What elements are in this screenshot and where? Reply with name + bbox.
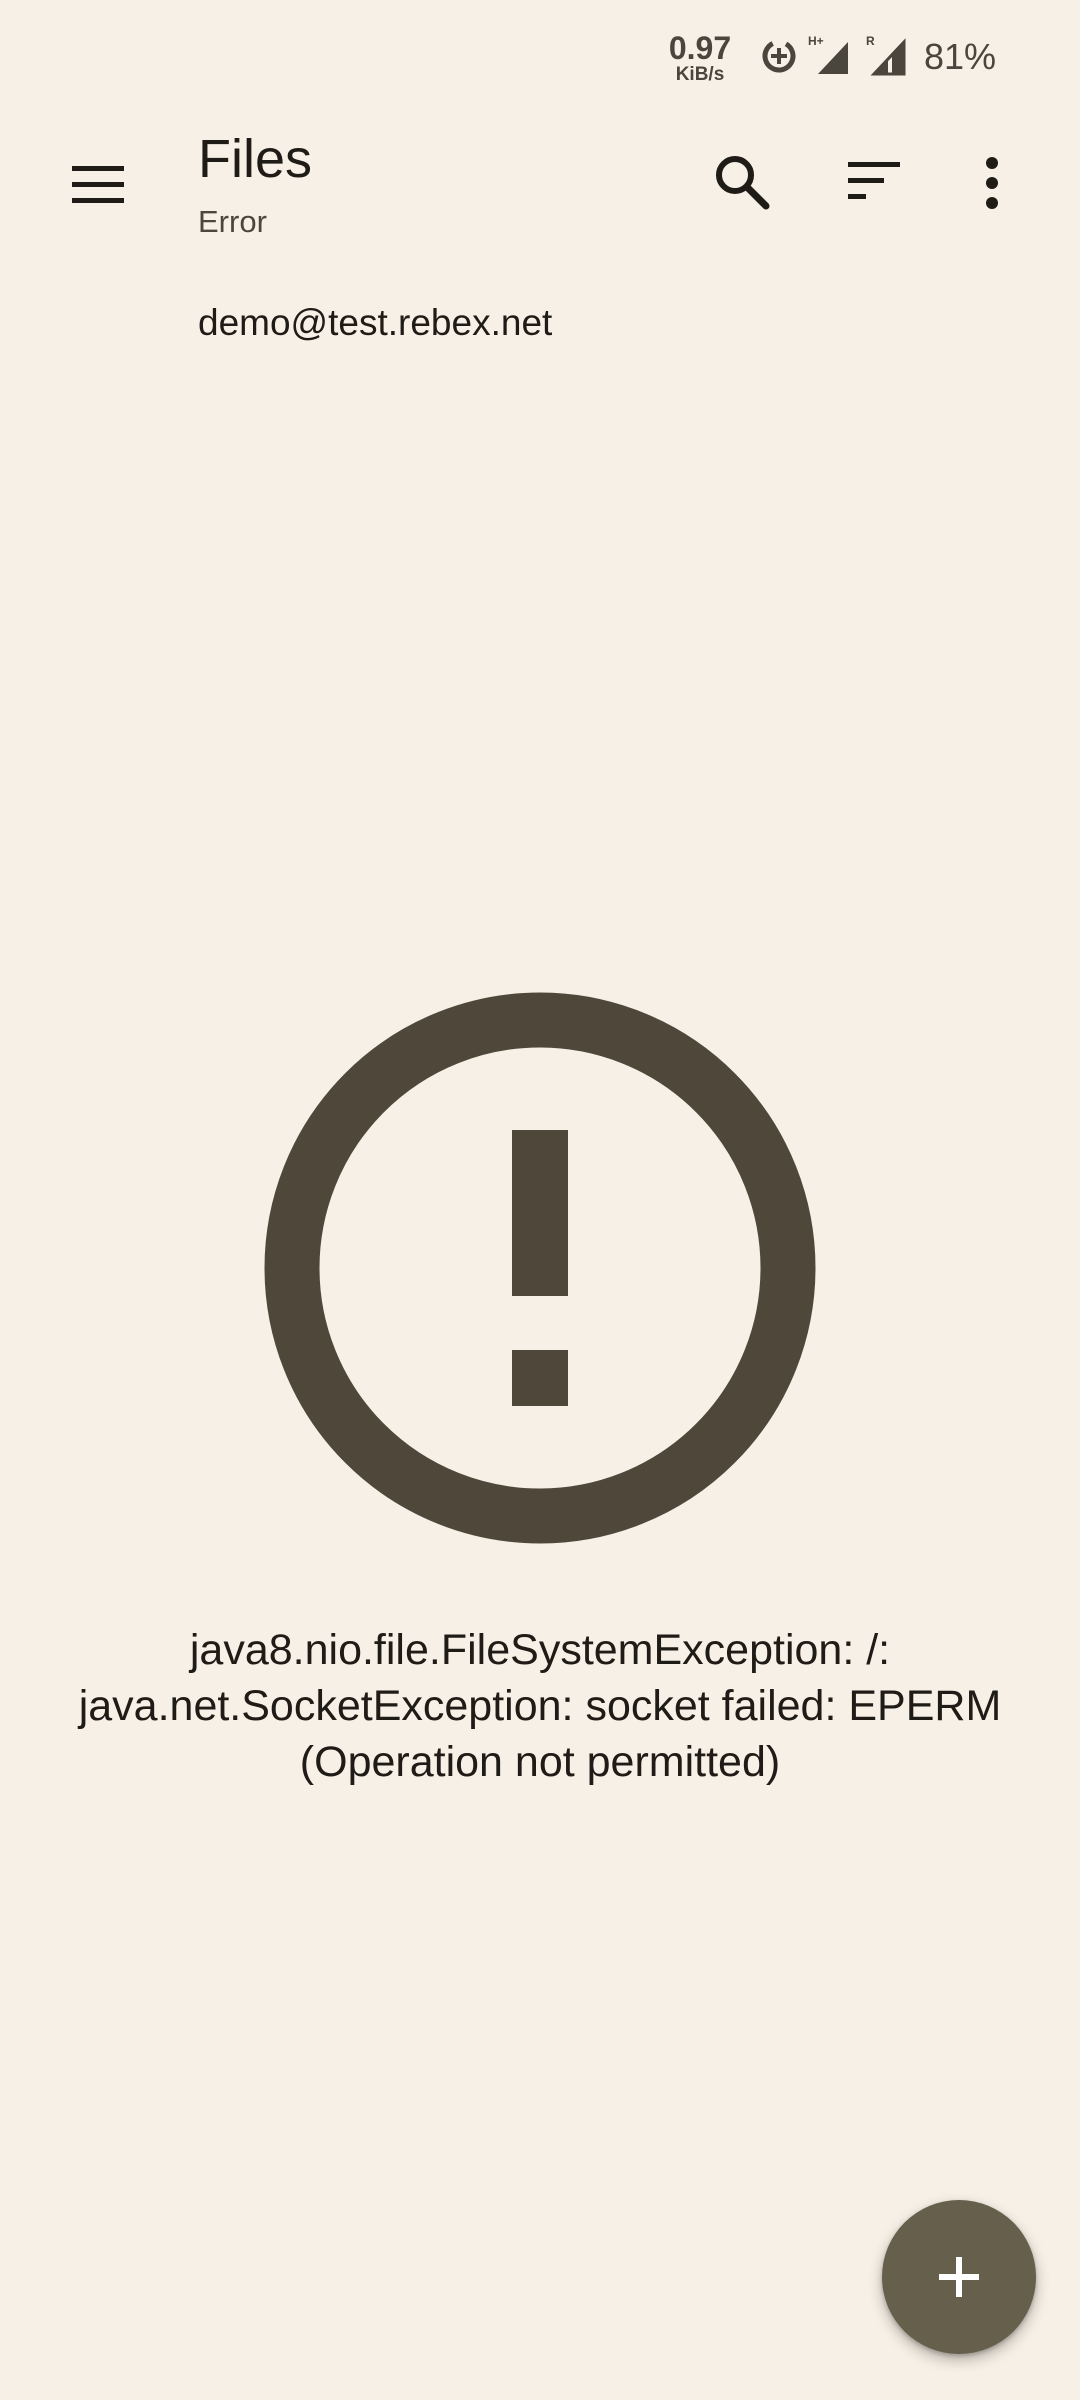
mobile-signal-icon: H+ — [808, 34, 848, 74]
sort-button[interactable] — [846, 160, 904, 204]
status-bar: 0.97 KiB/s H+ R 81% — [0, 0, 1080, 110]
app-title: Files — [198, 129, 313, 189]
more-vert-icon — [986, 157, 998, 209]
error-message-line: (Operation not permitted) — [299, 1738, 781, 1786]
add-fab-button[interactable] — [882, 2200, 1036, 2354]
data-saver-icon — [762, 39, 796, 73]
network-speed-indicator: 0.97 KiB/s — [664, 32, 736, 84]
menu-icon — [72, 166, 124, 203]
toolbar-subtitle: Error — [198, 204, 267, 239]
error-message-line: java8.nio.file.FileSystemException: /: — [189, 1626, 891, 1674]
network-speed-value: 0.97 — [668, 30, 732, 66]
screen: 0.97 KiB/s H+ R 81% Files Error demo@tes… — [0, 0, 1080, 2400]
signal1-label: H+ — [808, 34, 824, 48]
error-message-line: java.net.SocketException: socket failed:… — [78, 1682, 1002, 1730]
navigation-drawer-button[interactable] — [64, 158, 136, 214]
error-outline-icon — [264, 992, 816, 1544]
signal2-label: R — [866, 34, 875, 48]
network-speed-unit: KiB/s — [675, 64, 725, 85]
error-message: java8.nio.file.FileSystemException: /: j… — [40, 1622, 1040, 1790]
add-icon — [939, 2257, 979, 2297]
sort-icon — [848, 162, 900, 199]
breadcrumb-path[interactable]: demo@test.rebex.net — [198, 302, 552, 344]
search-button[interactable] — [710, 150, 776, 216]
more-options-button[interactable] — [975, 150, 1009, 216]
roaming-signal-icon: R — [866, 34, 906, 76]
search-icon — [716, 156, 770, 210]
battery-level: 81% — [924, 36, 997, 77]
